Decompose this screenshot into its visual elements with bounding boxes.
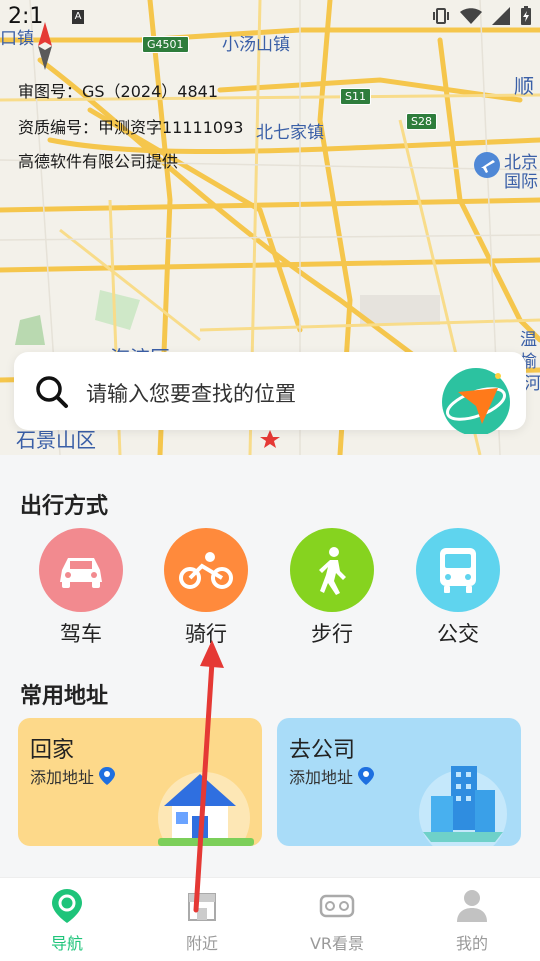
building-icon: [419, 766, 507, 846]
work-address-card[interactable]: 去公司 添加地址: [277, 718, 521, 846]
wifi-icon: [460, 8, 482, 24]
add-address-label: 添加地址: [30, 768, 95, 787]
bottom-navigation: 导航 附近 VR看景 我的: [0, 877, 540, 961]
bicycle-icon: [164, 528, 248, 612]
location-pin-icon: [99, 767, 116, 785]
mode-bus[interactable]: 公交: [408, 528, 508, 648]
home-address-card[interactable]: 回家 添加地址: [18, 718, 262, 846]
search-placeholder[interactable]: 请输入您要查找的位置: [86, 378, 296, 408]
highway-shield: S11: [340, 88, 371, 105]
vibrate-icon: [433, 8, 449, 24]
amap-logo-icon[interactable]: [436, 364, 520, 434]
mode-label: 骑行: [185, 622, 227, 646]
map-provider-credit: 高德软件有限公司提供: [18, 152, 179, 171]
work-card-title: 去公司: [289, 738, 356, 763]
map-place-label: 河: [524, 374, 540, 394]
sim-icon: A: [72, 10, 84, 24]
status-bar: 2:1 A: [0, 0, 540, 36]
mode-label: 驾车: [60, 622, 102, 646]
map-approval-number: 审图号：GS（2024）4841: [18, 82, 218, 101]
add-address-label: 添加地址: [289, 768, 354, 787]
search-icon: [36, 376, 68, 408]
battery-icon: [521, 6, 531, 25]
home-card-title: 回家: [30, 738, 75, 763]
mode-label: 步行: [311, 622, 353, 646]
travel-modes: 驾车 骑行 步行 公交: [0, 528, 540, 648]
nav-mine[interactable]: 我的: [417, 888, 527, 954]
mode-driving[interactable]: 驾车: [31, 528, 131, 648]
map-place-label: 国际: [504, 172, 538, 192]
travel-section-title: 出行方式: [20, 494, 109, 519]
map-place-label: 北七家镇: [256, 123, 324, 143]
highway-shield: G4501: [142, 36, 189, 53]
home-card-subtitle[interactable]: 添加地址: [30, 764, 116, 788]
house-icon: [158, 772, 254, 846]
map-place-label: 顺: [514, 74, 534, 98]
nav-label: VR看景: [309, 934, 365, 953]
address-section-title: 常用地址: [20, 684, 109, 709]
signal-icon: [492, 7, 510, 25]
nav-label: 导航: [50, 934, 83, 953]
walking-icon: [290, 528, 374, 612]
nav-label: 我的: [455, 934, 488, 953]
bus-icon: [416, 528, 500, 612]
work-card-subtitle[interactable]: 添加地址: [289, 764, 375, 788]
location-pin-icon: [358, 767, 375, 785]
car-icon: [39, 528, 123, 612]
status-time: 2:1: [8, 4, 44, 29]
mode-walking[interactable]: 步行: [282, 528, 382, 648]
mode-label: 公交: [437, 622, 479, 646]
search-bar[interactable]: 请输入您要查找的位置: [14, 352, 526, 434]
highway-shield: S28: [406, 113, 437, 130]
nav-label: 附近: [185, 934, 218, 953]
store-icon: [188, 893, 216, 921]
map-pin-icon: [52, 889, 82, 923]
nav-vr-scenery[interactable]: VR看景: [282, 888, 392, 954]
nav-nearby[interactable]: 附近: [147, 888, 257, 954]
vr-headset-icon: [319, 894, 355, 918]
mode-cycling[interactable]: 骑行: [156, 528, 256, 648]
airport-icon: [474, 152, 500, 178]
nav-navigation[interactable]: 导航: [12, 888, 122, 954]
map-qualification-number: 资质编号：甲测资字11111093: [18, 118, 244, 137]
user-icon: [457, 890, 487, 922]
